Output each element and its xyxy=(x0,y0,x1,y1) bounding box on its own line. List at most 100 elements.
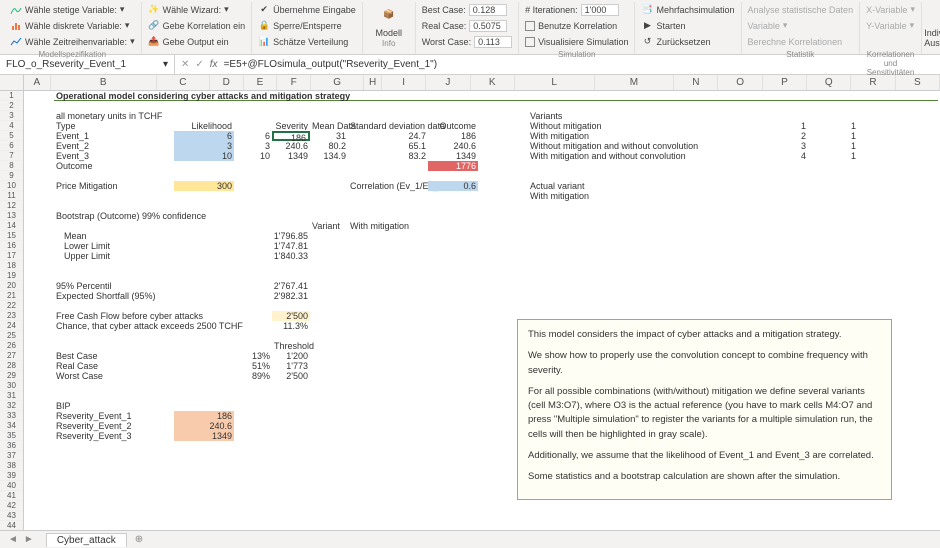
cell-I4[interactable]: Outcome xyxy=(428,121,478,131)
cell-G7[interactable]: 83.2 xyxy=(348,151,428,161)
btn-stetige[interactable]: Wähle stetige Variable:▾ xyxy=(10,2,135,17)
cell-B7[interactable]: Event_3 xyxy=(54,151,174,161)
cell-B27[interactable]: Best Case xyxy=(54,351,174,361)
cell-D20[interactable]: 2'767.41 xyxy=(234,281,310,291)
worksheet[interactable]: ABCDEFGHIJKLMNOPQRS 12345678910111213141… xyxy=(0,75,940,533)
btn-start[interactable]: ▶Starten xyxy=(641,18,734,33)
btn-output[interactable]: 📤Gebe Output ein xyxy=(148,34,246,49)
cell-I8[interactable]: 1776 xyxy=(428,161,478,171)
cell-B21[interactable]: Expected Shortfall (95%) xyxy=(54,291,234,301)
cell-F4[interactable]: Mean Data xyxy=(310,121,348,131)
cell-F5[interactable]: 31 xyxy=(310,131,348,141)
cell-B3[interactable]: all monetary units in TCHF xyxy=(54,111,234,121)
cell-E29[interactable]: 2'500 xyxy=(272,371,310,381)
cell-C5[interactable]: 6 xyxy=(174,131,234,141)
cell-K3[interactable]: Variants xyxy=(528,111,578,121)
add-sheet-icon[interactable]: ⊕ xyxy=(135,534,143,545)
cell-K11[interactable]: With mitigation xyxy=(528,191,668,201)
btn-sperre[interactable]: 🔒Sperre/Entsperre xyxy=(258,18,356,33)
cell-C10[interactable]: 300 xyxy=(174,181,234,191)
cell-D29[interactable]: 89% xyxy=(234,371,272,381)
cell-B29[interactable]: Worst Case xyxy=(54,371,174,381)
btn-reset[interactable]: ↺Zurücksetzen xyxy=(641,34,734,49)
cell-E27[interactable]: 1'200 xyxy=(272,351,310,361)
cell-B10[interactable]: Price Mitigation xyxy=(54,181,174,191)
cell-B8[interactable]: Outcome xyxy=(54,161,174,171)
cell-B35[interactable]: Rseverity_Event_3 xyxy=(54,431,174,441)
cell-F7[interactable]: 134.9 xyxy=(310,151,348,161)
btn-indiv[interactable]: 📈Individuelle Auswertung▾ xyxy=(928,2,940,58)
cell-D16[interactable]: 1'747.81 xyxy=(234,241,310,251)
cell-C33[interactable]: 186 xyxy=(174,411,234,421)
cell-G10[interactable]: Correlation (Ev_1/Ev_3) xyxy=(348,181,428,191)
cell-F6[interactable]: 80.2 xyxy=(310,141,348,151)
cell-F14[interactable]: Variant xyxy=(310,221,348,231)
cell-C35[interactable]: 1349 xyxy=(174,431,234,441)
cell-I5[interactable]: 186 xyxy=(428,131,478,141)
cell-K7[interactable]: With mitigation and without convolution xyxy=(528,151,758,161)
cell-C34[interactable]: 240.6 xyxy=(174,421,234,431)
fx-icon[interactable]: fx xyxy=(210,59,218,70)
cell-K5[interactable]: With mitigation xyxy=(528,131,758,141)
tab-cyber-attack[interactable]: Cyber_attack xyxy=(46,533,127,547)
cell-C7[interactable]: 10 xyxy=(174,151,234,161)
column-headers[interactable]: ABCDEFGHIJKLMNOPQRS xyxy=(24,75,940,91)
cell-E24[interactable]: 11.3% xyxy=(272,321,310,331)
cell-E23[interactable]: 2'500 xyxy=(272,311,310,321)
cell-B28[interactable]: Real Case xyxy=(54,361,174,371)
cell-I10[interactable]: 0.6 xyxy=(428,181,478,191)
btn-mehrfach[interactable]: 📑Mehrfachsimulation xyxy=(641,2,734,17)
cell-B13[interactable]: Bootstrap (Outcome) 99% confidence xyxy=(54,211,272,221)
cell-K10[interactable]: Actual variant xyxy=(528,181,668,191)
selected-cell[interactable]: 186 xyxy=(272,131,310,141)
cell-D7[interactable]: 10 xyxy=(234,151,272,161)
cell-D17[interactable]: 1'840.33 xyxy=(234,251,310,261)
cell-G14[interactable]: With mitigation xyxy=(348,221,428,231)
cancel-icon[interactable]: ✕ xyxy=(181,59,189,70)
cell-D15[interactable]: 1'796.85 xyxy=(234,231,310,241)
cell-C6[interactable]: 3 xyxy=(174,141,234,151)
cell-G4[interactable]: Standard deviation data xyxy=(348,121,428,131)
formula-input[interactable]: =E5+@FLOsimula_output("Rseverity_Event_1… xyxy=(224,59,437,70)
chk-korr[interactable]: Benutze Korrelation xyxy=(525,18,628,33)
cell-B20[interactable]: 95% Percentil xyxy=(54,281,234,291)
cell-B24[interactable]: Chance, that cyber attack exceeds 2500 T… xyxy=(54,321,272,331)
cell-O7[interactable]: 1 xyxy=(808,151,858,161)
cell-E6[interactable]: 240.6 xyxy=(272,141,310,151)
select-all[interactable] xyxy=(0,75,24,91)
row-headers[interactable]: 1234567891011121314151617181920212223242… xyxy=(0,91,24,533)
btn-korr[interactable]: 🔗Gebe Korrelation ein xyxy=(148,18,246,33)
title[interactable]: Operational model considering cyber atta… xyxy=(54,91,478,101)
cell-E4[interactable]: Severity xyxy=(272,121,310,131)
btn-modell[interactable]: 📦Modell xyxy=(369,2,409,38)
cell-B17[interactable]: Upper Limit xyxy=(54,251,174,261)
cell-C4[interactable]: Likelihood xyxy=(174,121,234,131)
cell-B33[interactable]: Rseverity_Event_1 xyxy=(54,411,174,421)
cell-N7[interactable]: 4 xyxy=(758,151,808,161)
cell-B4[interactable]: Type xyxy=(54,121,174,131)
cell-E7[interactable]: 1349 xyxy=(272,151,310,161)
btn-zeitreihe[interactable]: Wähle Zeitreihenvariable:▾ xyxy=(10,34,135,49)
cell-O4[interactable]: 1 xyxy=(808,121,858,131)
accept-icon[interactable]: ✓ xyxy=(195,59,203,70)
cell-D27[interactable]: 13% xyxy=(234,351,272,361)
cell-N6[interactable]: 3 xyxy=(758,141,808,151)
chk-vis[interactable]: Visualisiere Simulation xyxy=(525,34,628,49)
cell-B15[interactable]: Mean xyxy=(54,231,174,241)
btn-uebernehme[interactable]: ✔Übernehme Eingabe xyxy=(258,2,356,17)
cell-E28[interactable]: 1'773 xyxy=(272,361,310,371)
btn-wizard[interactable]: ✨Wähle Wizard:▾ xyxy=(148,2,246,17)
cell-G5[interactable]: 24.7 xyxy=(348,131,428,141)
cell-D28[interactable]: 51% xyxy=(234,361,272,371)
tab-prev-icon[interactable]: ◄ xyxy=(8,534,18,545)
cell-D5[interactable]: 6 xyxy=(234,131,272,141)
cell-E26[interactable]: Threshold xyxy=(272,341,310,351)
cell-B32[interactable]: BIP xyxy=(54,401,174,411)
tab-next-icon[interactable]: ► xyxy=(24,534,34,545)
btn-diskrete[interactable]: Wähle diskrete Variable:▾ xyxy=(10,18,135,33)
cell-N4[interactable]: 1 xyxy=(758,121,808,131)
cell-D6[interactable]: 3 xyxy=(234,141,272,151)
cell-O6[interactable]: 1 xyxy=(808,141,858,151)
cell-G6[interactable]: 65.1 xyxy=(348,141,428,151)
cell-O5[interactable]: 1 xyxy=(808,131,858,141)
